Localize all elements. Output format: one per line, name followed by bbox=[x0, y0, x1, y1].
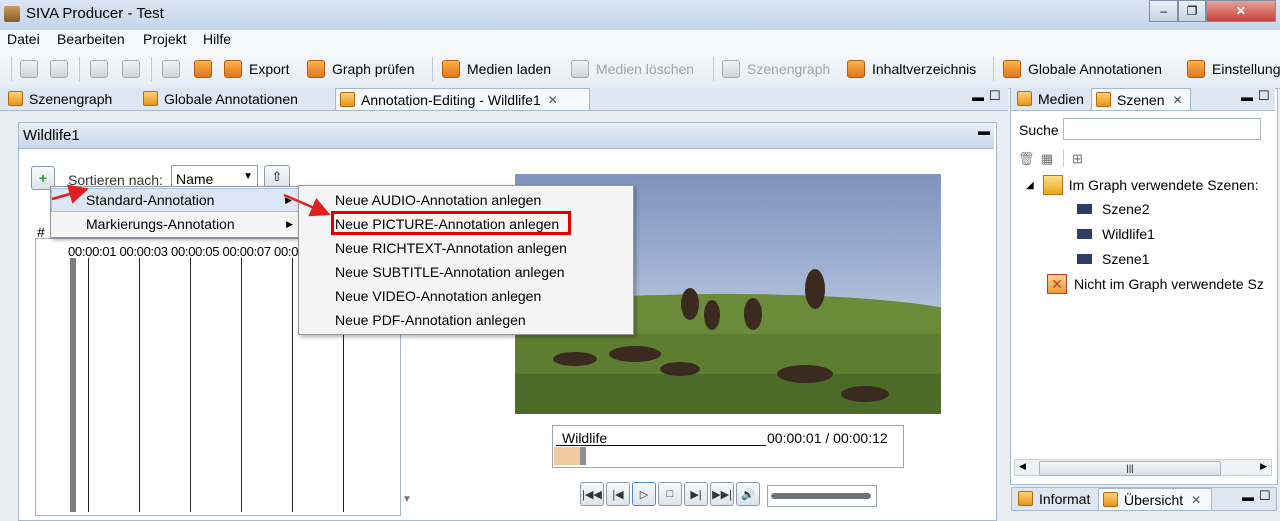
search-input[interactable] bbox=[1063, 118, 1261, 140]
film-icon bbox=[1077, 254, 1092, 264]
film-icon[interactable]: ▦ bbox=[1041, 151, 1053, 167]
bottom-tab-bar: Informat Übersicht ✕ ▬ ☐ bbox=[1011, 487, 1277, 511]
overview-icon bbox=[1103, 492, 1118, 507]
tab-uebersicht[interactable]: Übersicht ✕ bbox=[1098, 488, 1212, 510]
tree-item-scene[interactable]: Szene2 bbox=[1077, 201, 1149, 217]
minimize-view-icon[interactable]: ▬ bbox=[1241, 90, 1253, 104]
info-icon bbox=[1018, 491, 1033, 506]
scroll-right-icon[interactable]: ▶ bbox=[1260, 461, 1267, 472]
tab-medien[interactable]: Medien bbox=[1013, 88, 1093, 109]
scenes-icon bbox=[1096, 92, 1111, 107]
maximize-view-icon[interactable]: ☐ bbox=[1259, 488, 1271, 504]
delete-icon[interactable]: 🗑 bbox=[1018, 151, 1035, 167]
media-icon bbox=[1017, 91, 1032, 106]
scroll-thumb[interactable]: ||| bbox=[1039, 461, 1221, 476]
minimize-view-icon[interactable]: ▬ bbox=[1242, 490, 1254, 504]
tab-szenen[interactable]: Szenen ✕ bbox=[1091, 88, 1191, 110]
horizontal-scrollbar[interactable]: ◀ ||| ▶ bbox=[1014, 459, 1272, 476]
arrow bbox=[51, 184, 89, 204]
tree-item-scene[interactable]: Wildlife1 bbox=[1077, 226, 1155, 242]
tab-close-icon[interactable]: ✕ bbox=[1172, 93, 1182, 107]
arrow bbox=[283, 193, 331, 217]
tab-information[interactable]: Informat bbox=[1014, 488, 1100, 509]
tree-node-used-scenes[interactable]: ◢ Im Graph verwendete Szenen: bbox=[1026, 175, 1259, 195]
hierarchy-icon[interactable]: ⊞ bbox=[1072, 151, 1083, 167]
film-icon bbox=[1077, 204, 1092, 214]
maximize-view-icon[interactable]: ☐ bbox=[1258, 88, 1270, 104]
right-tab-bar: Medien Szenen ✕ ▬ ☐ bbox=[1011, 88, 1275, 111]
tree-node-unused-scenes[interactable]: ✕ Nicht im Graph verwendete Sz bbox=[1047, 274, 1264, 294]
tree-item-scene[interactable]: Szene1 bbox=[1077, 251, 1149, 267]
separator bbox=[1063, 149, 1064, 167]
film-icon bbox=[1077, 229, 1092, 239]
tab-close-icon[interactable]: ✕ bbox=[1191, 493, 1201, 507]
scroll-left-icon[interactable]: ◀ bbox=[1019, 461, 1026, 472]
expand-icon[interactable]: ◢ bbox=[1026, 180, 1034, 191]
unused-scenes-icon: ✕ bbox=[1047, 274, 1067, 294]
graph-scenes-icon bbox=[1042, 175, 1063, 195]
search-label: Suche bbox=[1019, 122, 1059, 138]
